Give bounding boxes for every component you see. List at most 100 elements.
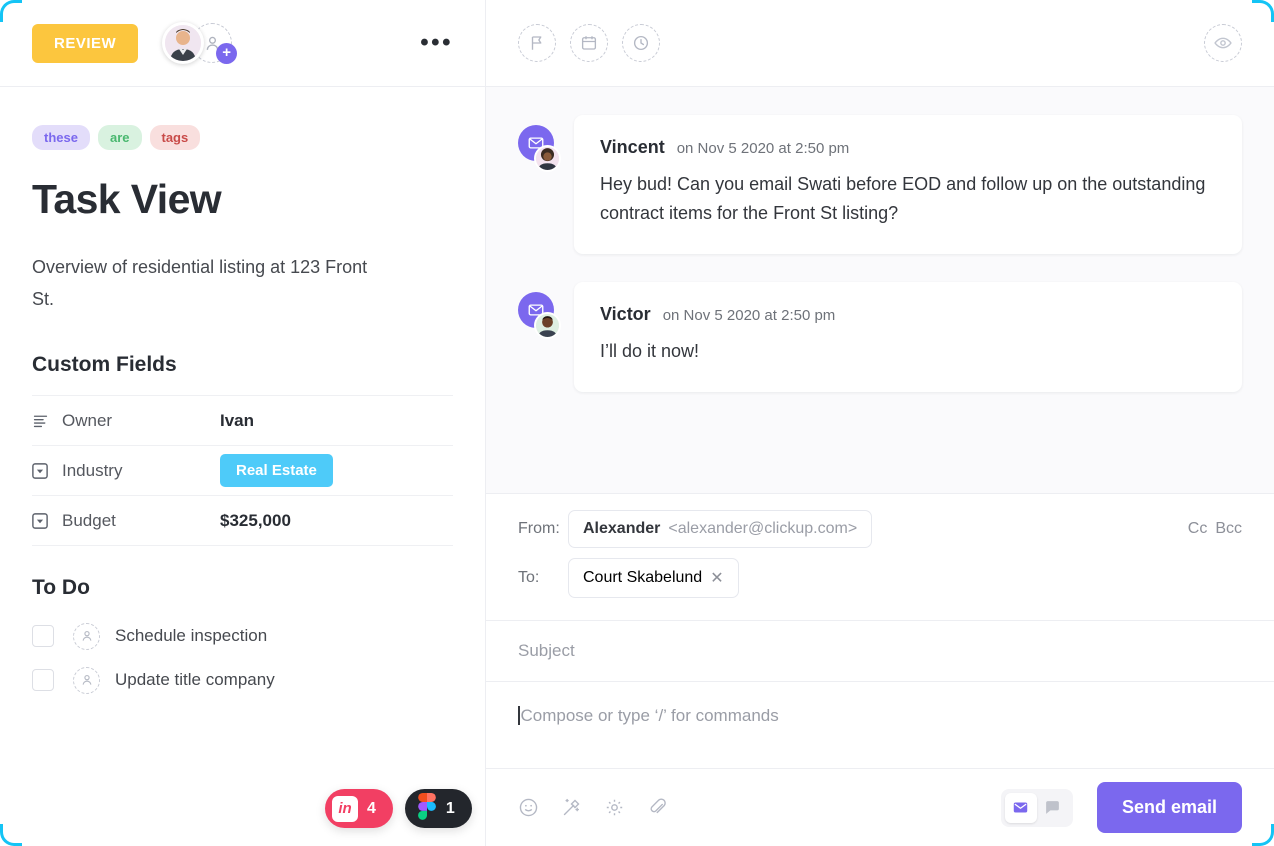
activity-toolbar (486, 0, 1274, 87)
todo-assignee-button[interactable] (73, 666, 100, 694)
clock-icon[interactable] (622, 24, 660, 62)
to-label: To: (518, 569, 540, 586)
calendar-icon[interactable] (570, 24, 608, 62)
custom-field-label: Industry (62, 460, 123, 480)
custom-field-value-pill[interactable]: Real Estate (220, 454, 333, 488)
emoji-icon[interactable] (518, 797, 539, 818)
task-header: REVIEW + ••• (0, 0, 485, 87)
to-row: To: Court Skabelund ✕ (518, 558, 1242, 598)
cc-button[interactable]: Cc (1188, 520, 1208, 538)
dropdown-icon (32, 462, 62, 479)
avatar[interactable] (534, 312, 561, 340)
comment-avatar-group (518, 115, 574, 254)
from-name: Alexander (583, 520, 661, 537)
custom-field-label: Owner (62, 410, 113, 430)
comment-header: Vincent on Nov 5 2020 at 2:50 pm (600, 137, 1216, 158)
comment-author: Victor (600, 304, 651, 325)
todo-heading: To Do (32, 576, 90, 600)
body-placeholder: Compose or type ‘/’ for commands (520, 706, 779, 725)
person-icon (82, 675, 91, 685)
custom-field-value[interactable]: Ivan (220, 411, 254, 431)
person-icon (82, 631, 91, 641)
from-row: From: Alexander <alexander@clickup.com> (518, 510, 1242, 548)
todo-checkbox[interactable] (32, 669, 54, 692)
tag-list: these are tags (32, 125, 453, 150)
todo-label[interactable]: Update title company (115, 670, 275, 690)
from-label: From: (518, 520, 560, 537)
attachment-icon[interactable] (647, 797, 668, 818)
envelope-icon (1014, 802, 1028, 813)
recipients-area: From: Alexander <alexander@clickup.com> … (486, 494, 1274, 620)
avatar[interactable] (162, 22, 205, 64)
custom-field-row-owner[interactable]: Owner Ivan (32, 396, 453, 447)
comment-item: Vincent on Nov 5 2020 at 2:50 pm Hey bud… (518, 115, 1242, 255)
comment-timestamp: on Nov 5 2020 at 2:50 pm (676, 140, 850, 157)
invision-count: 4 (367, 799, 376, 817)
custom-field-value[interactable]: $325,000 (220, 511, 291, 531)
cc-bcc-group: Cc Bcc (1188, 520, 1242, 538)
integration-badges: in 4 1 (325, 789, 472, 828)
task-details-panel: REVIEW + ••• these are tags Task View Ov… (0, 0, 486, 846)
comment-bubble-icon (1046, 801, 1060, 814)
mode-email-button[interactable] (1004, 792, 1037, 823)
custom-field-row-industry[interactable]: Industry Real Estate (32, 446, 453, 497)
more-options-button[interactable]: ••• (420, 31, 453, 55)
custom-field-label: Budget (62, 510, 116, 530)
add-assignee-plus-icon: + (216, 43, 238, 64)
status-badge[interactable]: REVIEW (32, 23, 139, 63)
comment-author: Vincent (600, 137, 665, 157)
eye-icon[interactable] (1204, 24, 1242, 62)
email-composer: From: Alexander <alexander@clickup.com> … (486, 494, 1274, 846)
magic-wand-icon[interactable] (561, 797, 582, 818)
comment-timestamp: on Nov 5 2020 at 2:50 pm (662, 307, 836, 325)
avatar[interactable] (534, 145, 561, 172)
avatar-image (165, 25, 202, 61)
comment-text: Hey bud! Can you email Swati before EOD … (600, 174, 1206, 224)
mode-comment-button[interactable] (1037, 793, 1069, 823)
figma-icon (417, 792, 437, 825)
comment-item: Victor on Nov 5 2020 at 2:50 pm I’ll do … (518, 282, 1242, 393)
text-caret (518, 706, 520, 725)
comment-bubble[interactable]: Vincent on Nov 5 2020 at 2:50 pm Hey bud… (574, 115, 1242, 255)
send-mode-toggle (1000, 788, 1073, 827)
comment-text: I’ll do it now! (600, 341, 700, 362)
flag-icon[interactable] (518, 24, 556, 62)
from-email: <alexander@clickup.com> (668, 520, 858, 537)
list-item[interactable]: Schedule inspection (32, 614, 453, 658)
comment-list: Vincent on Nov 5 2020 at 2:50 pm Hey bud… (486, 87, 1274, 494)
custom-fields-table: Owner Ivan Industry Real Estate Budget $… (32, 395, 453, 547)
todo-checkbox[interactable] (32, 625, 54, 648)
subject-input[interactable]: Subject (486, 620, 1274, 682)
custom-fields-heading: Custom Fields (32, 353, 177, 377)
custom-field-row-budget[interactable]: Budget $325,000 (32, 496, 453, 547)
list-item[interactable]: Update title company (32, 658, 453, 702)
close-icon[interactable]: ✕ (710, 568, 723, 588)
todo-label[interactable]: Schedule inspection (115, 626, 267, 646)
comment-avatar-group (518, 282, 574, 392)
task-body: these are tags Task View Overview of res… (0, 87, 485, 702)
figma-badge[interactable]: 1 (404, 789, 472, 828)
invision-icon: in (332, 795, 358, 822)
gear-icon[interactable] (604, 797, 625, 818)
figma-count: 1 (445, 799, 455, 817)
comment-bubble[interactable]: Victor on Nov 5 2020 at 2:50 pm I’ll do … (574, 282, 1242, 393)
composer-toolbar: Send email (486, 768, 1274, 846)
from-field[interactable]: Alexander <alexander@clickup.com> (568, 510, 873, 548)
body-input[interactable]: Compose or type ‘/’ for commands (486, 682, 1274, 768)
text-lines-icon (32, 412, 62, 429)
task-view-screen: REVIEW + ••• these are tags Task View Ov… (0, 0, 1274, 846)
task-description[interactable]: Overview of residential listing at 123 F… (32, 251, 382, 315)
to-recipient-chip[interactable]: Court Skabelund ✕ (568, 558, 739, 598)
tag-are[interactable]: are (97, 125, 142, 150)
tag-these[interactable]: these (32, 125, 90, 150)
activity-panel: Vincent on Nov 5 2020 at 2:50 pm Hey bud… (486, 0, 1274, 846)
invision-badge[interactable]: in 4 (325, 789, 393, 828)
send-email-button[interactable]: Send email (1096, 782, 1242, 833)
page-title[interactable]: Task View (32, 176, 453, 223)
dropdown-icon (32, 512, 62, 529)
to-recipient-name: Court Skabelund (583, 569, 703, 586)
bcc-button[interactable]: Bcc (1215, 520, 1242, 538)
comment-header: Victor on Nov 5 2020 at 2:50 pm (600, 304, 1216, 325)
todo-assignee-button[interactable] (73, 622, 100, 650)
tag-tags[interactable]: tags (149, 125, 201, 150)
